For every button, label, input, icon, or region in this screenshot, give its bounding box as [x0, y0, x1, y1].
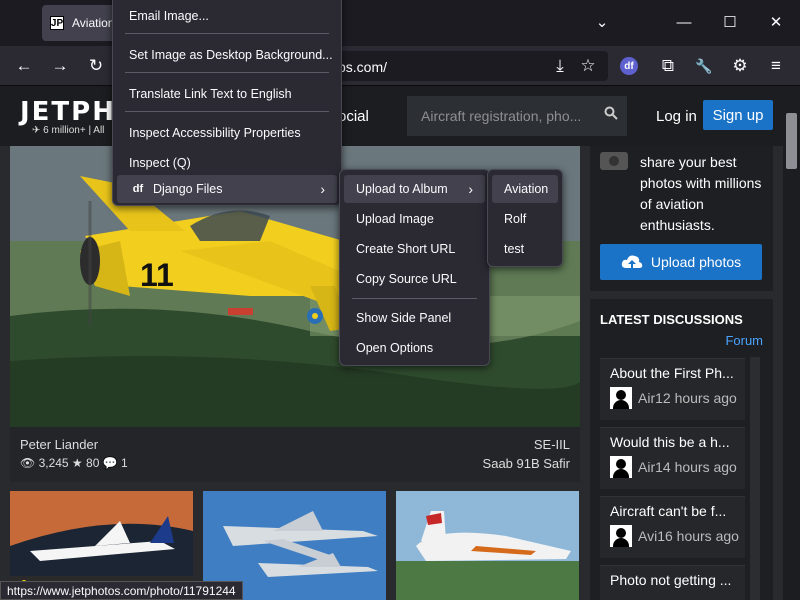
- page-scrollbar[interactable]: [783, 87, 800, 600]
- django-files-icon: df: [132, 183, 144, 195]
- menu-item-django-files[interactable]: df Django Files ›: [117, 175, 337, 203]
- menu-separator: [125, 33, 329, 34]
- minimize-button[interactable]: —: [672, 10, 696, 34]
- search-icon[interactable]: [604, 106, 618, 123]
- share-photos-text: share your best photos with millions of …: [640, 154, 762, 233]
- close-button[interactable]: ✕: [764, 10, 788, 34]
- menu-item-set-desktop-background[interactable]: Set Image as Desktop Background...: [117, 41, 337, 69]
- tab-list-chevron-icon[interactable]: ⌄: [590, 10, 614, 34]
- sidebar: share your best photos with millions of …: [590, 146, 773, 600]
- cloud-upload-icon: [621, 255, 643, 268]
- bookmark-star-icon[interactable]: ☆: [576, 54, 600, 78]
- logo-tagline: ✈ 6 million+ | All: [32, 125, 105, 136]
- upload-photos-button[interactable]: Upload photos: [600, 244, 762, 280]
- photographer-name[interactable]: Peter Liander: [20, 437, 98, 452]
- save-page-icon[interactable]: ⤓: [548, 54, 572, 78]
- upload-photos-label: Upload photos: [650, 254, 742, 270]
- photo-thumbnail[interactable]: [396, 491, 579, 600]
- tab-title: Aviation: [72, 16, 115, 30]
- extensions-puzzle-icon[interactable]: ⧉: [656, 54, 680, 78]
- back-icon[interactable]: ←: [12, 54, 36, 78]
- discussions-scrollbar[interactable]: [750, 357, 760, 600]
- reload-icon[interactable]: ↻: [84, 54, 108, 78]
- menu-item-email-image[interactable]: Email Image...: [117, 2, 337, 30]
- forum-link[interactable]: Forum: [725, 333, 763, 348]
- avatar: [610, 525, 632, 547]
- avatar: [610, 456, 632, 478]
- search-input[interactable]: Aircraft registration, pho...: [407, 96, 627, 136]
- submenu-arrow-icon: ›: [468, 181, 473, 197]
- discussion-item[interactable]: Photo not getting ...: [600, 565, 745, 600]
- latest-discussions-panel: LATEST DISCUSSIONS Forum About the First…: [590, 299, 773, 600]
- upload-promo-panel: share your best photos with millions of …: [590, 146, 773, 291]
- photo-details: Peter Liander 👁 3,245 ★ 80 💬 1 SE-IIL Sa…: [10, 427, 580, 482]
- aircraft-registration[interactable]: SE-IIL: [534, 437, 570, 452]
- discussion-item[interactable]: Would this be a h... Air14 hours ago: [600, 427, 745, 489]
- maximize-button[interactable]: ☐: [718, 10, 742, 34]
- wrench-icon[interactable]: 🔧: [692, 54, 716, 78]
- forward-icon[interactable]: →: [48, 54, 72, 78]
- menu-item-inspect[interactable]: Inspect (Q): [117, 149, 337, 177]
- discussion-title: About the First Ph...: [610, 365, 734, 381]
- aircraft-type[interactable]: Saab 91B Safir: [483, 456, 570, 471]
- app-menu-icon[interactable]: ≡: [764, 54, 788, 78]
- menu-item-album-aviation[interactable]: Aviation: [492, 175, 558, 203]
- avatar: [610, 387, 632, 409]
- menu-separator: [125, 111, 329, 112]
- browser-tab[interactable]: JP Aviation: [42, 5, 120, 41]
- menu-item-create-short-url[interactable]: Create Short URL: [344, 235, 485, 263]
- menu-separator: [352, 298, 477, 299]
- menu-separator: [125, 72, 329, 73]
- discussion-meta: Air14 hours ago: [638, 459, 737, 475]
- discussions-heading: LATEST DISCUSSIONS: [600, 312, 743, 327]
- django-files-submenu: Upload to Album › Upload Image Create Sh…: [339, 169, 490, 366]
- discussion-title: Would this be a h...: [610, 434, 730, 450]
- album-submenu: Aviation Rolf test: [487, 169, 563, 267]
- context-menu: Email Image... Set Image as Desktop Back…: [112, 0, 342, 206]
- menu-item-upload-image[interactable]: Upload Image: [344, 205, 485, 233]
- url-text: ps.com/: [338, 59, 388, 75]
- discussion-item[interactable]: Aircraft can't be f... Avi16 hours ago: [600, 496, 745, 558]
- menu-item-translate-link[interactable]: Translate Link Text to English: [117, 80, 337, 108]
- camera-icon: [600, 152, 628, 170]
- link-status-bar: https://www.jetphotos.com/photo/11791244: [0, 581, 243, 600]
- menu-item-copy-source-url[interactable]: Copy Source URL: [344, 265, 485, 293]
- jetphotos-favicon-icon: JP: [50, 16, 64, 30]
- menu-item-album-test[interactable]: test: [492, 235, 558, 263]
- menu-item-show-side-panel[interactable]: Show Side Panel: [344, 304, 485, 332]
- submenu-arrow-icon: ›: [320, 181, 325, 197]
- photo-stats: 👁 3,245 ★ 80 💬 1: [20, 456, 128, 470]
- page-scrollbar-thumb[interactable]: [786, 113, 797, 169]
- menu-item-upload-to-album[interactable]: Upload to Album ›: [344, 175, 485, 203]
- menu-item-album-rolf[interactable]: Rolf: [492, 205, 558, 233]
- discussion-title: Photo not getting ...: [610, 572, 732, 588]
- discussion-meta: Avi16 hours ago: [638, 528, 739, 544]
- nav-social-link[interactable]: ocial: [338, 108, 369, 125]
- menu-item-inspect-accessibility[interactable]: Inspect Accessibility Properties: [117, 119, 337, 147]
- login-link[interactable]: Log in: [656, 108, 697, 125]
- discussion-title: Aircraft can't be f...: [610, 503, 727, 519]
- django-files-extension-icon[interactable]: df: [620, 57, 638, 75]
- discussion-meta: Air12 hours ago: [638, 390, 737, 406]
- settings-gear-icon[interactable]: ⚙: [728, 54, 752, 78]
- signup-button[interactable]: Sign up: [703, 100, 773, 130]
- aircraft-fin-number: 11: [140, 257, 174, 293]
- discussion-item[interactable]: About the First Ph... Air12 hours ago: [600, 358, 745, 420]
- menu-item-open-options[interactable]: Open Options: [344, 334, 485, 362]
